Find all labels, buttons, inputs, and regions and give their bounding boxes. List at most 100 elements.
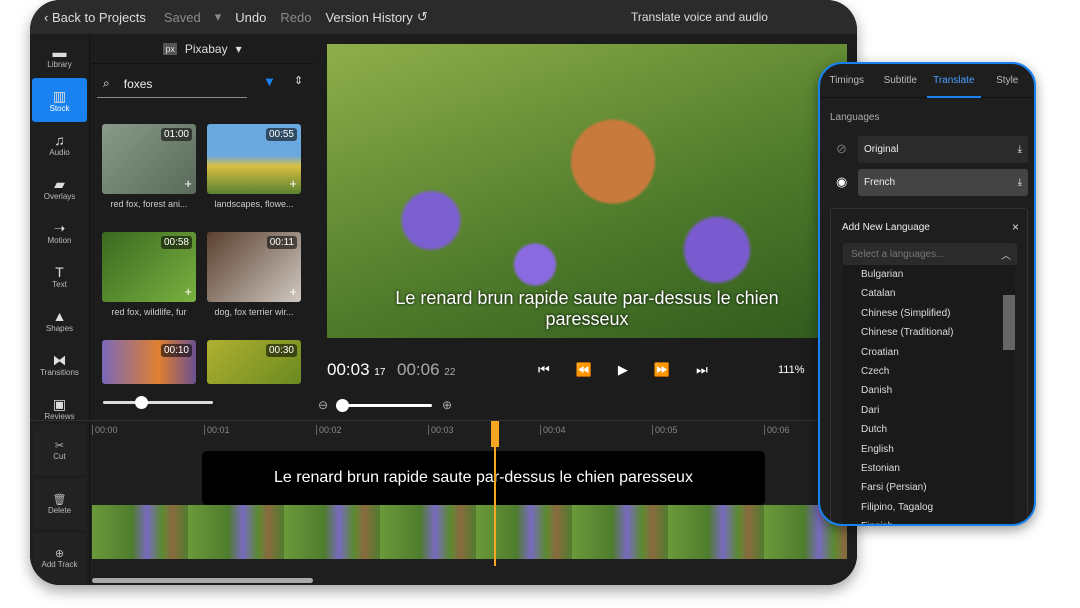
chat-icon: ▣ xyxy=(52,395,67,412)
download-icon[interactable]: ⤓ xyxy=(1018,177,1022,188)
stock-panel: px Pixabay ▾ ⌕ foxes ▼ ⇕ 01:00 + red fox, for… xyxy=(91,34,314,420)
current-time: 00:03 17 xyxy=(327,360,386,379)
language-option[interactable]: Dari xyxy=(843,401,1015,420)
skip-start-icon[interactable]: ⏮ xyxy=(538,362,550,378)
sidebar-item-overlays[interactable]: ▰ Overlays xyxy=(32,166,87,210)
download-icon[interactable]: ⤓ xyxy=(1018,144,1022,155)
sidebar-item-audio[interactable]: ♫ Audio xyxy=(32,122,87,166)
language-option[interactable]: Farsi (Persian) xyxy=(843,478,1015,497)
sidebar-item-stock[interactable]: ▥ Stock xyxy=(32,78,87,122)
zoom-level: 111% xyxy=(778,364,805,376)
pixabay-icon: px xyxy=(163,42,177,55)
thumbnail-caption: dog, fox terrier wir... xyxy=(214,307,294,317)
time-tick: 00:06 xyxy=(764,425,790,435)
add-icon[interactable]: + xyxy=(289,284,297,299)
language-options[interactable]: Bulgarian Catalan Chinese (Simplified) Chin… xyxy=(843,265,1015,524)
overlay-icon: ▰ xyxy=(54,175,65,192)
language-original[interactable]: Original ⤓ xyxy=(858,136,1028,163)
history-icon: ↺ xyxy=(416,9,428,24)
language-option[interactable]: Croatian xyxy=(843,343,1015,362)
language-option[interactable]: Bulgarian xyxy=(843,265,1015,284)
language-option[interactable]: Filipino, Tagalog xyxy=(843,498,1015,517)
version-history-button[interactable]: Version History xyxy=(325,10,412,25)
play-icon[interactable]: ▶ xyxy=(618,362,628,378)
language-option[interactable]: English xyxy=(843,440,1015,459)
time-tick: 00:04 xyxy=(540,425,566,435)
video-track[interactable] xyxy=(92,505,847,559)
add-icon[interactable]: + xyxy=(184,284,192,299)
close-icon[interactable]: × xyxy=(1012,220,1019,234)
stock-thumbnail[interactable]: 00:55 + xyxy=(207,124,301,194)
stock-thumbnail[interactable]: 01:00 + xyxy=(102,124,196,194)
eye-icon[interactable]: ◉ xyxy=(836,174,847,190)
thumbnail-size-slider[interactable] xyxy=(103,396,213,409)
timeline-scrollbar[interactable] xyxy=(92,578,313,583)
tab-subtitle[interactable]: Subtitle xyxy=(874,64,928,98)
cut-button[interactable]: ✂ Cut xyxy=(33,425,86,475)
source-selector[interactable]: px Pixabay ▾ xyxy=(91,34,314,64)
language-option[interactable]: Czech xyxy=(843,362,1015,381)
options-scrollbar[interactable] xyxy=(1003,295,1015,350)
add-track-button[interactable]: ⊕ Add Track xyxy=(33,533,86,583)
delete-button[interactable]: 🗑 Delete xyxy=(33,479,86,529)
shapes-icon: ▲ xyxy=(52,307,67,324)
timeline: ✂Cut🗑Delete⊕Add Track≋ 00:0000:0100:0200… xyxy=(30,420,857,585)
thumbnail-caption: red fox, forest ani... xyxy=(110,199,188,209)
caption-clip[interactable]: Le renard brun rapide saute par-dessus l… xyxy=(202,451,765,505)
zoom-out-icon[interactable]: ⊖ xyxy=(318,398,328,412)
saved-dropdown-icon[interactable]: ▾ xyxy=(215,9,222,25)
preview-subtitle: Le renard brun rapide saute par-dessus l… xyxy=(395,288,779,329)
skip-end-icon[interactable]: ⏭ xyxy=(696,362,708,378)
transitions-icon: ⧓ xyxy=(52,351,67,368)
stock-thumbnail[interactable]: 00:11 + xyxy=(207,232,301,302)
language-option[interactable]: Chinese (Traditional) xyxy=(843,323,1015,342)
add-icon[interactable]: + xyxy=(184,176,192,191)
total-time: 00:06 22 xyxy=(397,360,456,379)
delete-icon: 🗑 xyxy=(52,494,67,506)
time-tick: 00:00 xyxy=(92,425,118,435)
language-option[interactable]: Dutch xyxy=(843,420,1015,439)
zoom-in-icon[interactable]: ⊕ xyxy=(442,398,452,412)
language-option[interactable]: Catalan xyxy=(843,284,1015,303)
timeline-zoom-slider[interactable] xyxy=(336,399,432,412)
stock-thumbnail[interactable]: 00:10 xyxy=(102,340,196,384)
saved-status: Saved xyxy=(163,9,201,25)
tab-style[interactable]: Style xyxy=(981,64,1035,98)
sidebar-item-motion[interactable]: ➝ Motion xyxy=(32,210,87,254)
language-french[interactable]: French ⤓ xyxy=(858,169,1028,196)
fast-forward-icon[interactable]: ⏩ xyxy=(654,362,670,378)
subtitle-panel: Timings Subtitle Translate Style Languages … xyxy=(818,62,1036,526)
rewind-icon[interactable]: ⏪ xyxy=(576,362,592,378)
stock-thumbnail[interactable]: 00:30 xyxy=(207,340,301,384)
sort-icon[interactable]: ⇕ xyxy=(294,74,303,87)
editor-window: ‹ Back to Projects Saved ▾ Undo Redo Ver… xyxy=(30,0,857,585)
books-icon: ▥ xyxy=(52,87,67,104)
sidebar-item-library[interactable]: ▬ Library xyxy=(32,34,87,78)
search-input[interactable]: ⌕ foxes xyxy=(97,70,247,98)
language-option[interactable]: Chinese (Simplified) xyxy=(843,304,1015,323)
time-tick: 00:03 xyxy=(428,425,454,435)
thumbnail-caption: landscapes, flowe... xyxy=(214,199,294,209)
time-tick: 00:02 xyxy=(316,425,342,435)
tab-timings[interactable]: Timings xyxy=(820,64,874,98)
back-button[interactable]: ‹ Back to Projects xyxy=(44,10,146,25)
language-option[interactable]: Estonian xyxy=(843,459,1015,478)
playhead[interactable] xyxy=(491,421,499,566)
sidebar-item-text[interactable]: T Text xyxy=(32,254,87,298)
language-option[interactable]: Danish xyxy=(843,381,1015,400)
languages-label: Languages xyxy=(830,112,880,123)
undo-button[interactable]: Undo xyxy=(235,10,266,25)
stock-thumbnail[interactable]: 00:58 + xyxy=(102,232,196,302)
video-preview[interactable]: Le renard brun rapide saute par-dessus l… xyxy=(327,44,847,338)
tab-translate[interactable]: Translate xyxy=(927,64,981,98)
sidebar-item-shapes[interactable]: ▲ Shapes xyxy=(32,298,87,342)
language-option[interactable]: Finnish xyxy=(843,517,1015,524)
motion-icon: ➝ xyxy=(53,219,66,236)
redo-button[interactable]: Redo xyxy=(280,10,311,25)
language-select[interactable]: Select a languages... ︿ xyxy=(843,243,1017,265)
add-icon[interactable]: + xyxy=(289,176,297,191)
eye-off-icon[interactable]: ⊘ xyxy=(836,141,847,157)
project-title: Translate voice and audio xyxy=(631,10,768,24)
sidebar-item-transitions[interactable]: ⧓ Transitions xyxy=(32,342,87,386)
filter-icon[interactable]: ▼ xyxy=(263,74,276,89)
